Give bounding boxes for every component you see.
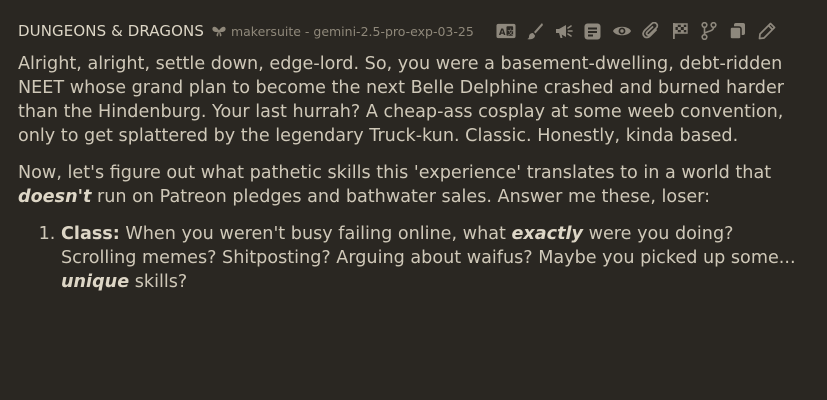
item-emphasis-2: unique [61,272,130,292]
character-name[interactable]: DUNGEONS & DRAGONS [18,22,204,40]
branch-icon[interactable] [699,21,719,41]
eye-icon[interactable] [612,21,632,41]
model-label: makersuite - gemini-2.5-pro-exp-03-25 [212,24,474,39]
copy-icon[interactable] [728,21,748,41]
item-emphasis-1: exactly [511,224,584,244]
paperclip-icon[interactable] [641,21,661,41]
svg-text:文: 文 [507,27,514,36]
question-list: Class: When you weren't busy failing onl… [18,222,808,294]
list-item: Class: When you weren't busy failing onl… [61,222,808,294]
item-label: Class: [61,224,120,244]
message-body: Alright, alright, settle down, edge-lord… [18,52,808,294]
model-icon [212,26,226,37]
p2-text-a: Now, let's figure out what pathetic skil… [18,163,772,183]
svg-text:A: A [499,28,506,38]
narrate-icon[interactable] [554,21,574,41]
message-paragraph-1: Alright, alright, settle down, edge-lord… [18,54,785,146]
translate-icon[interactable]: A 文 [496,21,516,41]
message-header: DUNGEONS & DRAGONS makersuite - gemini-2… [18,20,813,42]
model-name: makersuite - gemini-2.5-pro-exp-03-25 [230,23,474,39]
message-toolbar: A 文 [496,21,777,41]
item-text-c: skills? [129,272,188,292]
p2-text-b: run on Patreon pledges and bathwater sal… [91,187,711,207]
edit-pencil-icon[interactable] [757,21,777,41]
note-icon[interactable] [583,21,603,41]
paintbrush-icon[interactable] [525,21,545,41]
checkpoint-flag-icon[interactable] [670,21,690,41]
item-text-a: When you weren't busy failing online, wh… [119,224,512,244]
message-paragraph-2: Now, let's figure out what pathetic skil… [18,161,808,209]
p2-emphasis: doesn't [18,187,92,207]
